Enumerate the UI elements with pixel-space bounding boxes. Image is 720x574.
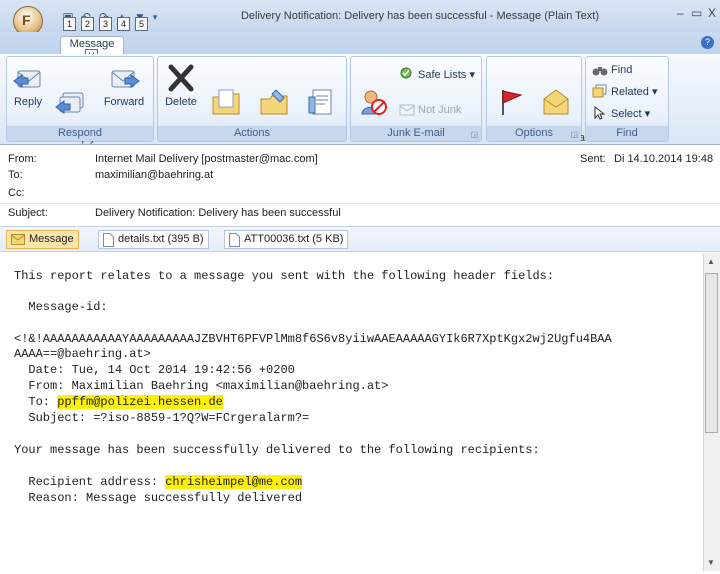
body-line: To: ppffm@polizei.hessen.de <box>14 395 223 409</box>
select-button[interactable]: Select ▾ <box>592 106 650 120</box>
safe-lists-label: Safe Lists ▾ <box>418 68 475 81</box>
header-divider <box>0 203 720 204</box>
move-to-folder-icon <box>212 89 240 115</box>
key-tip-2: 2 <box>81 17 94 31</box>
attachment-att00036[interactable]: ATT00036.txt (5 KB) <box>224 230 349 249</box>
not-junk-icon <box>399 104 415 116</box>
key-tip-4: 4 <box>117 17 130 31</box>
attachment-bar: Message details.txt (395 B) ATT00036.txt… <box>0 226 720 252</box>
actions-group: Delete Move to Folder ▾ Create Rule Othe… <box>157 56 347 156</box>
maximize-icon[interactable]: ▭ <box>691 6 702 20</box>
body-line: Message-id: <box>14 300 108 314</box>
ribbon: Reply Reply to All Forward Respond <box>0 54 720 156</box>
reply-label: Reply <box>13 96 43 108</box>
from-label: From: <box>8 153 37 165</box>
key-tip-1: 1 <box>63 17 76 31</box>
minimize-icon[interactable]: – <box>677 6 684 20</box>
highlighted-recipient: ppffm@polizei.hessen.de <box>57 395 223 409</box>
help-icon[interactable]: ? <box>701 36 714 49</box>
body-line: Your message has been successfully deliv… <box>14 443 540 457</box>
attachment-details-label: details.txt (395 B) <box>118 233 204 245</box>
to-prefix: To: <box>14 395 58 409</box>
block-sender-icon <box>361 90 387 115</box>
customize-toolbar-icon[interactable]: ▾ <box>150 9 160 25</box>
forward-button[interactable]: Forward <box>99 63 149 108</box>
not-junk-label: Not Junk <box>418 104 462 116</box>
related-label: Related ▾ <box>611 85 658 98</box>
body-line: Subject: =?iso-8859-1?Q?W=FCrgeralarm?= <box>14 411 310 425</box>
body-line: Recipient address: chrisheimpel@me.com <box>14 475 303 489</box>
close-icon[interactable]: X <box>708 6 716 20</box>
delete-label: Delete <box>165 96 197 108</box>
follow-up-flag-icon <box>502 90 523 115</box>
envelope-icon <box>11 234 25 245</box>
cc-label: Cc: <box>8 187 25 199</box>
to-value[interactable]: maximilian@baehring.at <box>95 169 213 181</box>
attachment-details[interactable]: details.txt (395 B) <box>98 230 209 249</box>
recipient-prefix: Recipient address: <box>14 475 166 489</box>
highlighted-address: chrisheimpel@me.com <box>165 475 303 489</box>
find-group: Find Related ▾ Select ▾ Find <box>585 56 669 142</box>
text-file-icon <box>229 232 240 247</box>
junk-email-group: Block Sender Safe Lists ▾ Not Junk Junk … <box>350 56 482 156</box>
body-line: AAAA==@baehring.at> <box>14 347 151 361</box>
office-button-key: F <box>22 12 31 28</box>
body-line: From: Maximilian Baehring <maximilian@ba… <box>14 379 389 393</box>
junk-email-group-label: Junk E-mail <box>351 126 481 141</box>
scroll-up-icon[interactable]: ▲ <box>707 257 715 266</box>
body-line: Reason: Message successfully delivered <box>14 491 303 505</box>
delete-icon <box>168 64 194 92</box>
select-cursor-icon <box>594 106 606 120</box>
not-junk-button[interactable]: Not Junk <box>399 103 461 117</box>
key-tip-3: 3 <box>99 17 112 31</box>
select-label: Select ▾ <box>611 107 651 120</box>
ribbon-tab-row: Message H ? <box>0 32 720 63</box>
find-group-label: Find <box>586 126 668 141</box>
message-body[interactable]: This report relates to a message you sen… <box>14 253 704 571</box>
attachment-att00036-label: ATT00036.txt (5 KB) <box>244 233 344 245</box>
body-line: Date: Tue, 14 Oct 2014 19:42:56 +0200 <box>14 363 295 377</box>
sent-value: Di 14.10.2014 19:48 <box>614 153 714 165</box>
mark-unread-icon <box>543 89 569 115</box>
find-button[interactable]: Find <box>592 63 632 77</box>
scroll-down-icon[interactable]: ▼ <box>707 558 715 567</box>
message-header: From: Internet Mail Delivery [postmaster… <box>0 145 720 227</box>
from-value[interactable]: Internet Mail Delivery [postmaster@mac.c… <box>95 153 318 165</box>
respond-group: Reply Reply to All Forward Respond <box>6 56 154 156</box>
related-icon <box>592 84 607 98</box>
safe-lists-icon <box>400 67 412 79</box>
binoculars-icon <box>592 67 608 76</box>
related-button[interactable]: Related ▾ <box>592 84 658 98</box>
sent-label: Sent: <box>580 153 606 165</box>
safe-lists-button[interactable]: Safe Lists ▾ <box>399 67 475 81</box>
to-label: To: <box>8 169 23 181</box>
subject-label: Subject: <box>8 207 48 219</box>
find-label: Find <box>611 64 633 76</box>
create-rule-icon <box>260 89 288 115</box>
respond-group-label: Respond <box>7 126 153 141</box>
forward-icon <box>111 70 140 88</box>
reply-all-icon <box>55 92 84 114</box>
window-title: Delivery Notification: Delivery has been… <box>240 10 600 22</box>
body-line: This report relates to a message you sen… <box>14 269 555 283</box>
options-dialog-launcher-icon[interactable]: ◲ <box>570 130 578 139</box>
options-group: Follow Up ▾ Mark as Unread Options ◲ <box>486 56 590 156</box>
forward-label: Forward <box>103 96 145 108</box>
title-bar: F ▣ ↶ ↷ ▲ ▼ ▾ 1 2 3 4 5 Delivery Notific… <box>0 0 720 36</box>
body-line: <!&!AAAAAAAAAAAYAAAAAAAAAJZBVHT6PFVPlMm8… <box>14 332 612 346</box>
reply-icon <box>13 70 41 88</box>
other-actions-icon <box>308 89 332 115</box>
vertical-scrollbar[interactable]: ▲ ▼ <box>703 253 720 571</box>
subject-value: Delivery Notification: Delivery has been… <box>95 207 341 219</box>
reply-button[interactable]: Reply <box>11 63 45 108</box>
attachment-message-label: Message <box>29 233 74 245</box>
key-tip-5: 5 <box>135 17 148 31</box>
text-file-icon <box>103 232 114 247</box>
delete-button[interactable]: Delete <box>162 63 200 108</box>
actions-group-label: Actions <box>158 126 346 141</box>
junk-dialog-launcher-icon[interactable]: ◲ <box>470 130 478 139</box>
scroll-thumb[interactable] <box>705 273 718 433</box>
attachment-message[interactable]: Message <box>6 230 79 249</box>
options-group-label: Options <box>487 126 581 141</box>
